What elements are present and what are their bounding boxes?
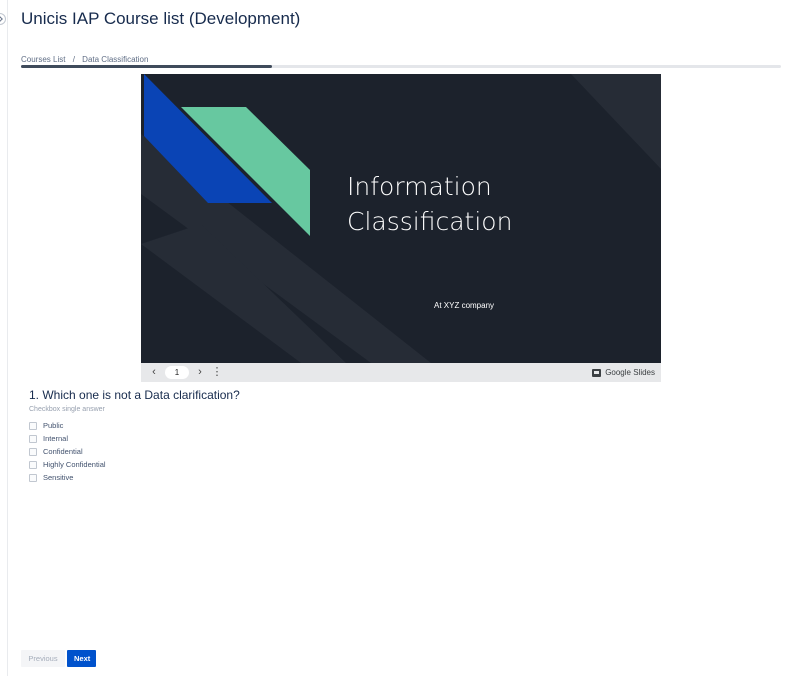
answer-checkbox[interactable] [29,447,37,456]
slide-title-line-1: Information [347,172,492,201]
answer-checkbox[interactable] [29,434,37,443]
answer-checkbox[interactable] [29,421,37,430]
answer-options: Public Internal Confidential Highly Conf… [29,419,106,484]
question-hint: Checkbox single answer [29,406,105,413]
answer-label: Confidential [43,447,83,456]
sidebar-edge [0,0,8,676]
answer-label: Highly Confidential [43,460,106,469]
slide-page-number[interactable]: 1 [165,366,189,379]
course-progress-fill [21,65,272,68]
more-vertical-icon[interactable]: ⋮ [211,365,223,379]
next-button[interactable]: Next [67,650,96,667]
answer-checkbox[interactable] [29,473,37,482]
page-title: Unicis IAP Course list (Development) [21,9,301,28]
answer-label: Public [43,421,64,430]
google-slides-label: Google Slides [605,368,655,377]
breadcrumb-data-classification[interactable]: Data Classification [82,55,148,64]
course-page: Unicis IAP Course list (Development) Cou… [0,0,800,676]
slides-toolbar: ‹ 1 › ⋮ Google Slides [141,363,661,382]
answer-checkbox[interactable] [29,460,37,469]
course-progress-bar [21,65,781,68]
answer-option-confidential[interactable]: Confidential [29,445,106,458]
previous-button[interactable]: Previous [21,650,65,667]
slide-subtitle: At XYZ company [434,301,494,310]
breadcrumb: Courses List / Data Classification [21,55,148,64]
slide-title-line-2: Classification [347,207,512,236]
answer-option-highly-confidential[interactable]: Highly Confidential [29,458,106,471]
slide-canvas: Information Classification At XYZ compan… [141,74,661,363]
google-slides-link[interactable]: Google Slides [592,365,655,380]
chevron-right-icon[interactable]: › [193,365,207,379]
answer-option-internal[interactable]: Internal [29,432,106,445]
chevron-left-icon[interactable]: ‹ [147,365,161,379]
google-slides-icon [592,368,602,377]
answer-option-sensitive[interactable]: Sensitive [29,471,106,484]
answer-label: Sensitive [43,473,74,482]
google-slides-embed[interactable]: Information Classification At XYZ compan… [141,74,661,382]
question-title: 1. Which one is not a Data clarification… [29,388,240,402]
answer-label: Internal [43,434,69,443]
answer-option-public[interactable]: Public [29,419,106,432]
breadcrumb-separator: / [72,55,75,64]
breadcrumb-courses-list[interactable]: Courses List [21,55,65,64]
